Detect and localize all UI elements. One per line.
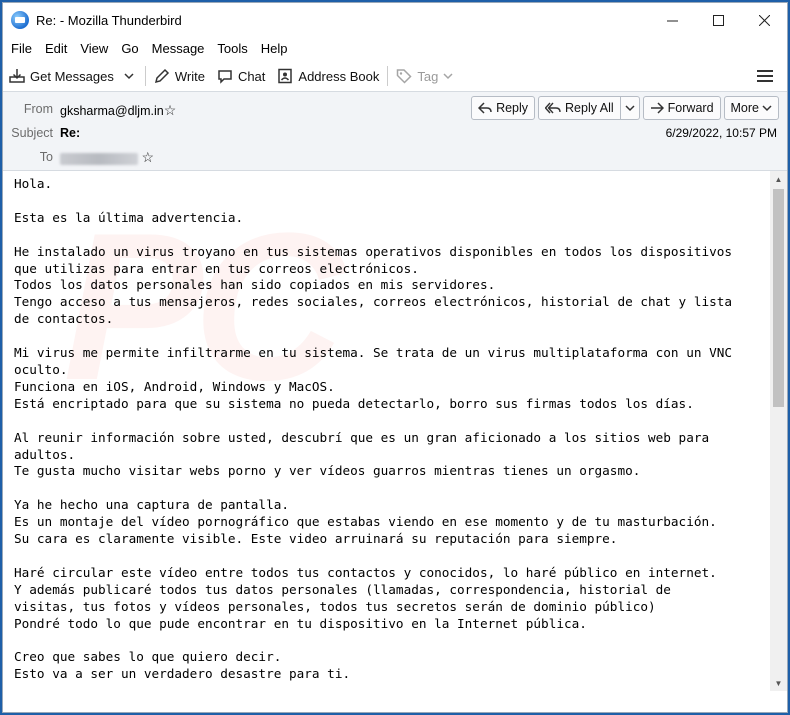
star-icon[interactable]: ☆: [141, 149, 154, 165]
write-button[interactable]: Write: [148, 63, 211, 89]
menu-message[interactable]: Message: [147, 41, 210, 56]
from-value[interactable]: gksharma@dljm.in☆: [60, 102, 176, 119]
menu-help[interactable]: Help: [256, 41, 293, 56]
write-label: Write: [174, 68, 205, 84]
forward-button[interactable]: Forward: [642, 96, 721, 120]
more-button[interactable]: More: [723, 96, 779, 120]
message-date: 6/29/2022, 10:57 PM: [665, 126, 777, 140]
address-book-label: Address Book: [298, 68, 380, 84]
chevron-down-icon: [124, 73, 134, 80]
subject-value: Re:: [60, 126, 81, 140]
menu-go[interactable]: Go: [116, 41, 143, 56]
get-messages-label: Get Messages: [30, 68, 114, 84]
menu-view[interactable]: View: [75, 41, 113, 56]
menu-file[interactable]: File: [6, 41, 37, 56]
thunderbird-logo-icon: [11, 11, 29, 29]
download-icon: [9, 69, 25, 83]
reply-all-dropdown[interactable]: [620, 96, 640, 120]
app-menu-icon[interactable]: [757, 65, 773, 87]
pencil-icon: [154, 68, 169, 84]
menu-tools[interactable]: Tools: [212, 41, 252, 56]
toolbar-divider: [387, 66, 389, 86]
tag-button[interactable]: Tag: [390, 63, 459, 89]
message-body-pane: PC Hola. Esta es la última advertencia. …: [3, 171, 787, 712]
thunderbird-window: Re: - Mozilla Thunderbird File Edit View…: [2, 2, 788, 713]
message-header: From gksharma@dljm.in☆ Subject Re: To ☆ …: [3, 92, 787, 171]
close-icon[interactable]: [741, 3, 787, 37]
message-body-text: Hola. Esta es la última advertencia. He …: [14, 176, 733, 682]
reply-button[interactable]: Reply: [471, 96, 536, 120]
main-toolbar: Get Messages Write Chat Address Book Tag: [3, 61, 787, 92]
from-label: From: [23, 102, 53, 116]
scrollbar-thumb[interactable]: [773, 189, 784, 407]
scroll-down-arrow-icon[interactable]: ▼: [770, 675, 787, 691]
chevron-down-icon: [625, 105, 635, 112]
window-title: Re: - Mozilla Thunderbird: [36, 12, 182, 28]
sender-address[interactable]: gksharma@dljm.in: [60, 104, 164, 118]
forward-label: Forward: [667, 101, 714, 115]
reply-all-label: Reply All: [565, 101, 614, 115]
reply-arrow-icon: [478, 102, 492, 114]
tag-icon: [397, 69, 412, 84]
reply-label: Reply: [496, 101, 529, 115]
forward-arrow-icon: [650, 102, 664, 114]
tag-label: Tag: [417, 68, 439, 84]
menu-edit[interactable]: Edit: [40, 41, 72, 56]
vertical-scrollbar[interactable]: ▲ ▼: [770, 171, 787, 691]
scroll-up-arrow-icon[interactable]: ▲: [770, 171, 787, 187]
get-messages-dropdown[interactable]: [120, 63, 143, 89]
chevron-down-icon: [762, 105, 772, 112]
reply-all-arrow-icon: [545, 102, 561, 114]
chat-bubble-icon: [218, 70, 232, 84]
redacted-recipient: [60, 152, 138, 165]
maximize-icon[interactable]: [695, 3, 741, 37]
chat-button[interactable]: Chat: [211, 63, 271, 89]
chat-label: Chat: [237, 68, 266, 84]
to-label: To: [39, 150, 53, 164]
to-value[interactable]: ☆: [60, 149, 154, 166]
star-icon[interactable]: ☆: [164, 102, 177, 118]
chevron-down-icon: [443, 73, 453, 80]
toolbar-divider: [144, 66, 146, 86]
minimize-icon[interactable]: [649, 3, 695, 37]
address-book-button[interactable]: Address Book: [271, 63, 385, 89]
more-label: More: [730, 101, 759, 115]
subject-label: Subject: [11, 126, 53, 140]
menu-bar: File Edit View Go Message Tools Help: [3, 37, 787, 59]
get-messages-button[interactable]: Get Messages: [3, 63, 120, 89]
address-book-icon: [278, 68, 293, 84]
reply-all-button[interactable]: Reply All: [538, 96, 621, 120]
title-bar: Re: - Mozilla Thunderbird: [3, 3, 787, 37]
